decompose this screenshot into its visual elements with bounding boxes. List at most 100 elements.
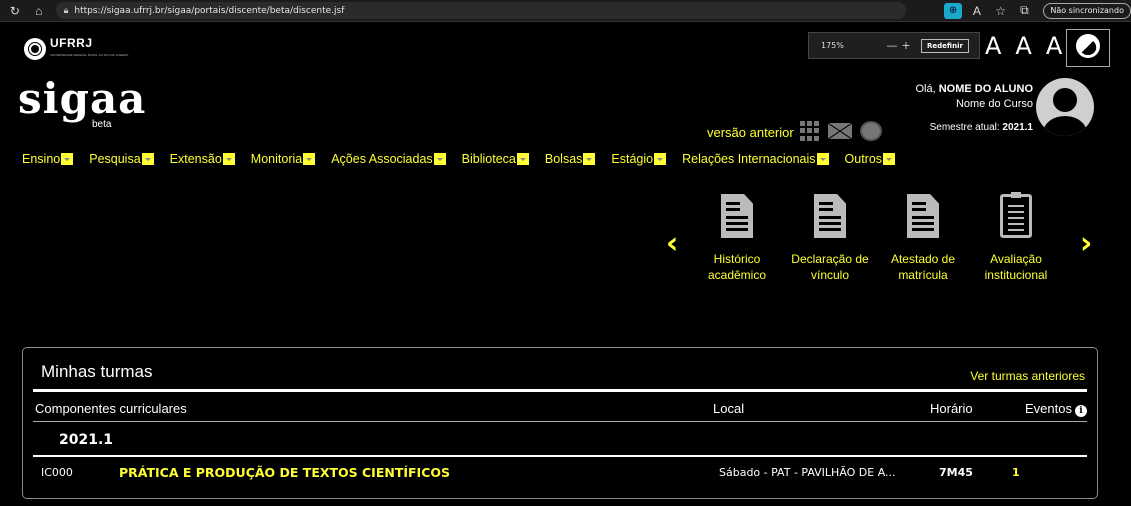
- menu-label: Biblioteca: [461, 152, 516, 166]
- shortcut-label: Atestado de: [890, 252, 956, 266]
- shortcut-label: matrícula: [898, 268, 948, 282]
- sync-label: Não sincronizando: [1050, 6, 1124, 15]
- menu-label: Estágio: [611, 152, 654, 166]
- class-name-link[interactable]: PRÁTICA E PRODUÇÃO DE TEXTOS CIENTÍFICOS: [119, 465, 450, 480]
- zoom-level: 175%: [821, 41, 844, 50]
- browser-toolbar: ↻ ⌂ 🔒︎ https://sigaa.ufrrj.br/sigaa/port…: [0, 0, 1131, 22]
- shortcut-label: Declaração de: [791, 252, 869, 266]
- column-header-component: Componentes curriculares: [35, 401, 187, 416]
- main-menu: Ensino Pesquisa Extensão Monitoria Ações…: [22, 152, 911, 166]
- column-header-schedule: Horário: [930, 401, 973, 416]
- mail-icon[interactable]: [828, 123, 852, 139]
- menu-item-acoes-associadas[interactable]: Ações Associadas: [331, 152, 446, 166]
- zoom-out-button[interactable]: —: [885, 39, 899, 52]
- info-icon[interactable]: i: [1074, 405, 1087, 417]
- class-location: Sábado - PAT - PAVILHÃO DE A...: [719, 466, 896, 479]
- menu-item-extensao[interactable]: Extensão: [170, 152, 235, 166]
- menu-item-monitoria[interactable]: Monitoria: [250, 152, 316, 166]
- institution-name: UFRRJ: [50, 36, 93, 50]
- divider: [33, 455, 1087, 457]
- carousel-prev-chevron-icon[interactable]: ‹: [666, 226, 678, 261]
- sigaa-logo[interactable]: sigaa: [18, 78, 146, 120]
- divider: [33, 421, 1087, 422]
- header-icons: [800, 121, 882, 141]
- reload-icon[interactable]: ↻: [6, 2, 24, 20]
- institution-subtitle: UNIVERSIDADE FEDERAL RURAL DO RIO DE JAN…: [50, 53, 129, 57]
- url-text: https://sigaa.ufrrj.br/sigaa/portais/dis…: [74, 5, 345, 16]
- home-icon[interactable]: ⌂: [30, 2, 48, 20]
- divider: [33, 389, 1087, 392]
- lock-icon: 🔒︎: [63, 5, 69, 16]
- zoom-icon[interactable]: ⊕: [944, 2, 962, 19]
- shortcut-label: institucional: [984, 268, 1048, 282]
- menu-item-relacoes-internacionais[interactable]: Relações Internacionais: [682, 152, 829, 166]
- shortcut-declaracao-vinculo[interactable]: Declaração de vínculo: [783, 194, 877, 283]
- menu-label: Pesquisa: [89, 152, 141, 166]
- shortcut-label: acadêmico: [707, 268, 767, 282]
- shortcut-avaliacao-institucional[interactable]: Avaliação institucional: [969, 192, 1063, 283]
- previous-classes-link[interactable]: Ver turmas anteriores: [970, 369, 1085, 383]
- dropdown-arrow-icon: [883, 153, 896, 165]
- shortcut-label: Histórico: [713, 252, 761, 266]
- menu-label: Extensão: [169, 152, 222, 166]
- ufrrj-logo[interactable]: UFRRJ UNIVERSIDADE FEDERAL RURAL DO RIO …: [24, 37, 128, 61]
- menu-item-biblioteca[interactable]: Biblioteca: [462, 152, 529, 166]
- class-schedule: 7M45: [939, 466, 973, 479]
- carousel-next-chevron-icon[interactable]: ›: [1080, 226, 1092, 261]
- card-title: Minhas turmas: [41, 362, 153, 381]
- document-icon: [721, 194, 753, 238]
- events-label: Eventos: [1025, 401, 1072, 416]
- greeting: Olá,: [915, 83, 939, 95]
- shortcut-historico[interactable]: Histórico acadêmico: [690, 194, 784, 283]
- zoom-in-button[interactable]: +: [899, 39, 913, 52]
- dropdown-arrow-icon: [516, 153, 529, 165]
- menu-item-ensino[interactable]: Ensino: [22, 152, 74, 166]
- collections-icon[interactable]: ⧉: [1016, 2, 1034, 20]
- class-events-count[interactable]: 1: [1012, 466, 1020, 479]
- student-name: NOME DO ALUNO: [938, 83, 1033, 95]
- ufrrj-seal-icon: [24, 38, 46, 60]
- globe-icon[interactable]: [860, 121, 882, 141]
- apps-grid-icon[interactable]: [800, 121, 820, 141]
- address-bar[interactable]: 🔒︎ https://sigaa.ufrrj.br/sigaa/portais/…: [55, 2, 907, 19]
- current-semester: 2021.1: [1002, 122, 1033, 133]
- menu-label: Bolsas: [544, 152, 583, 166]
- clipboard-icon: [1000, 192, 1032, 238]
- menu-label: Ações Associadas: [331, 152, 433, 166]
- avatar[interactable]: [1036, 78, 1094, 136]
- menu-item-outros[interactable]: Outros: [845, 152, 896, 166]
- zoom-reset-button[interactable]: Redefinir: [921, 38, 969, 53]
- class-code: IC000: [41, 466, 73, 479]
- dropdown-arrow-icon: [303, 153, 316, 165]
- document-icon: [814, 194, 846, 238]
- font-decrease-button[interactable]: A: [1046, 32, 1062, 60]
- year-group-heading: 2021.1: [59, 432, 114, 448]
- shortcut-atestado-matricula[interactable]: Atestado de matrícula: [876, 194, 970, 283]
- column-header-events: Eventos i: [1025, 401, 1087, 417]
- shortcut-label: vínculo: [810, 268, 850, 282]
- semester-label: Semestre atual:: [929, 122, 1003, 133]
- dropdown-arrow-icon: [61, 153, 74, 165]
- favorites-icon[interactable]: ☆: [992, 2, 1010, 20]
- previous-version-link[interactable]: versão anterior: [707, 125, 794, 140]
- font-increase-button[interactable]: A: [985, 32, 1001, 60]
- column-header-local: Local: [713, 401, 745, 416]
- menu-label: Monitoria: [250, 152, 303, 166]
- menu-label: Relações Internacionais: [682, 152, 816, 166]
- font-reset-button[interactable]: A: [1015, 32, 1031, 60]
- menu-label: Ensino: [22, 152, 61, 166]
- dropdown-arrow-icon: [583, 153, 596, 165]
- dropdown-arrow-icon: [816, 153, 829, 165]
- shortcut-label: Avaliação: [990, 252, 1042, 266]
- menu-item-estagio[interactable]: Estágio: [611, 152, 667, 166]
- beta-badge: beta: [92, 119, 112, 130]
- logout-power-icon[interactable]: ⏻: [1066, 29, 1110, 67]
- document-icon: [907, 194, 939, 238]
- profile-sync-button[interactable]: Não sincronizando: [1043, 2, 1131, 19]
- dropdown-arrow-icon: [222, 153, 235, 165]
- minhas-turmas-card: Minhas turmas Ver turmas anteriores Comp…: [22, 347, 1098, 499]
- dropdown-arrow-icon: [433, 153, 446, 165]
- menu-item-pesquisa[interactable]: Pesquisa: [89, 152, 154, 166]
- menu-item-bolsas[interactable]: Bolsas: [545, 152, 596, 166]
- read-aloud-icon[interactable]: A: [968, 2, 986, 20]
